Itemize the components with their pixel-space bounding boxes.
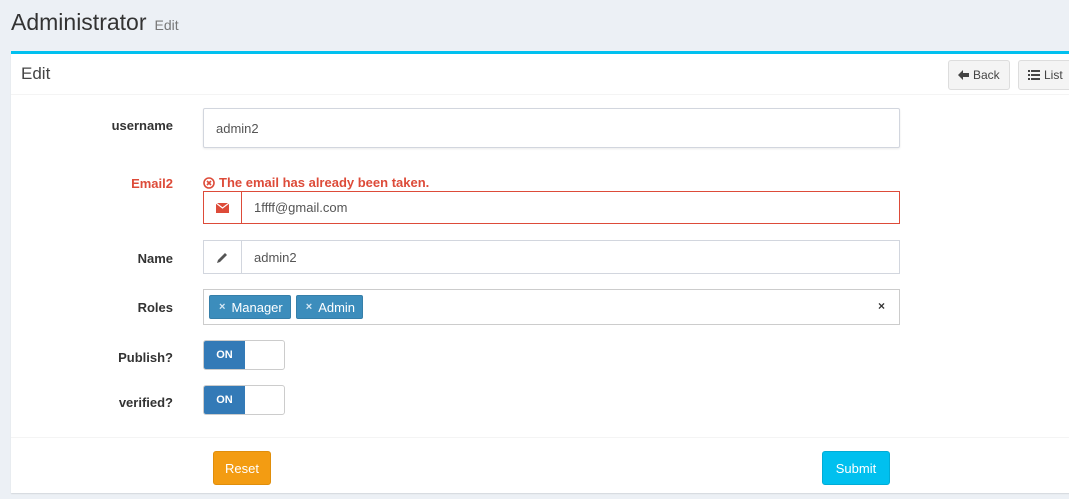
list-button-label: List: [1044, 68, 1063, 82]
back-button[interactable]: Back: [948, 60, 1010, 90]
remove-tag-icon[interactable]: ×: [219, 301, 225, 313]
error-circle-icon: [203, 176, 215, 189]
role-tag-admin[interactable]: × Admin: [295, 295, 364, 319]
box-footer: Reset Submit: [11, 437, 1069, 493]
page-title: Administrator: [11, 9, 147, 35]
box-header: Edit Back List: [11, 54, 1069, 95]
list-button[interactable]: List: [1018, 60, 1069, 90]
roles-select[interactable]: × Manager × Admin ×: [203, 289, 900, 325]
back-button-label: Back: [973, 68, 1000, 82]
email-addon: [204, 192, 242, 223]
page-subtitle: Edit: [154, 17, 179, 33]
envelope-icon: [216, 202, 229, 213]
email-error-text: The email has already been taken.: [219, 175, 430, 190]
verified-toggle-state: ON: [204, 386, 245, 414]
name-addon: [204, 241, 242, 273]
clear-roles-icon[interactable]: ×: [878, 299, 885, 313]
submit-button[interactable]: Submit: [822, 451, 890, 485]
verified-label: verified?: [118, 395, 173, 410]
reset-button[interactable]: Reset: [213, 451, 271, 485]
publish-label: Publish?: [118, 350, 173, 365]
username-label: username: [111, 118, 173, 133]
email-value: 1ffff@gmail.com: [254, 200, 348, 215]
remove-tag-icon[interactable]: ×: [306, 301, 312, 313]
email-error: The email has already been taken.: [203, 175, 429, 190]
role-tag-label: Admin: [318, 299, 356, 315]
role-tag-label: Manager: [231, 299, 283, 315]
content-header: Administrator Edit: [11, 9, 179, 36]
edit-box: Edit Back List username admin2 Email2 Th…: [11, 51, 1069, 493]
publish-toggle-state: ON: [204, 341, 245, 369]
username-field[interactable]: admin2: [203, 108, 900, 148]
pencil-icon: [217, 252, 227, 263]
name-value: admin2: [254, 249, 297, 265]
roles-label: Roles: [137, 300, 173, 315]
verified-toggle[interactable]: ON: [203, 385, 285, 415]
name-label: Name: [137, 251, 173, 266]
name-field[interactable]: admin2: [203, 240, 900, 274]
username-value: admin2: [216, 120, 259, 136]
email-label: Email2: [131, 176, 173, 191]
publish-toggle[interactable]: ON: [203, 340, 285, 370]
list-icon: [1028, 70, 1040, 80]
arrow-left-icon: [958, 70, 969, 80]
box-title: Edit: [21, 64, 51, 83]
email-field[interactable]: 1ffff@gmail.com: [203, 191, 900, 224]
role-tag-manager[interactable]: × Manager: [209, 295, 291, 319]
